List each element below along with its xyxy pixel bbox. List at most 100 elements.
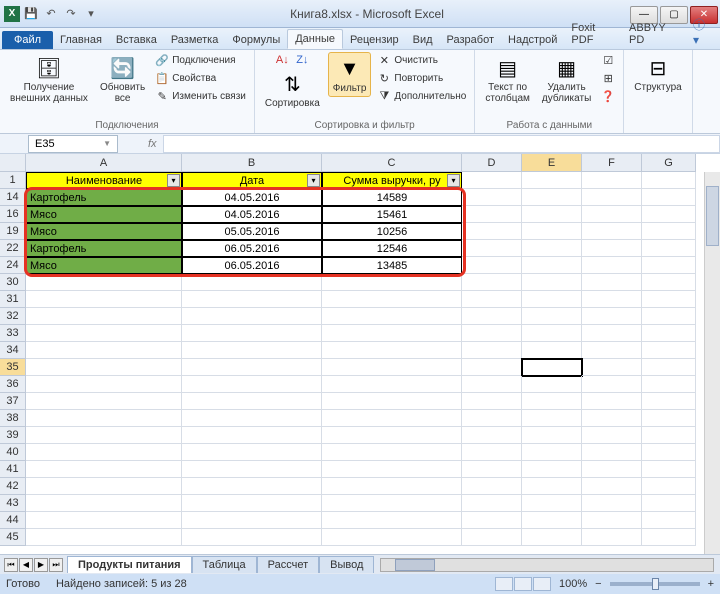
column-header-A[interactable]: A — [26, 154, 182, 172]
cell[interactable] — [642, 529, 696, 546]
cell[interactable] — [522, 410, 582, 427]
text-to-columns-button[interactable]: ▤ Текст по столбцам — [481, 52, 534, 106]
row-header[interactable]: 36 — [0, 376, 26, 393]
cell[interactable] — [462, 274, 522, 291]
help-icon[interactable]: ⓘ ▾ — [685, 14, 720, 49]
cell[interactable] — [642, 206, 696, 223]
cell[interactable] — [462, 393, 522, 410]
cell[interactable] — [322, 274, 462, 291]
cell[interactable] — [462, 495, 522, 512]
cell[interactable] — [462, 427, 522, 444]
fx-icon[interactable]: fx — [148, 138, 157, 150]
cell[interactable] — [322, 291, 462, 308]
cell[interactable] — [642, 410, 696, 427]
cell[interactable] — [522, 444, 582, 461]
cell[interactable] — [522, 240, 582, 257]
cell[interactable] — [26, 410, 182, 427]
row-header[interactable]: 19 — [0, 223, 26, 240]
row-header[interactable]: 42 — [0, 478, 26, 495]
cell[interactable] — [642, 308, 696, 325]
cell[interactable]: Дата▾ — [182, 172, 322, 189]
sheet-nav-first-icon[interactable]: ⏮ — [4, 558, 18, 572]
cell[interactable]: Сумма выручки, ру▾ — [322, 172, 462, 189]
cell[interactable] — [182, 342, 322, 359]
row-header[interactable]: 32 — [0, 308, 26, 325]
cell[interactable] — [582, 478, 642, 495]
cell[interactable] — [522, 325, 582, 342]
cell[interactable] — [582, 257, 642, 274]
sheet-nav-next-icon[interactable]: ▶ — [34, 558, 48, 572]
sheet-tab-2[interactable]: Рассчет — [257, 556, 320, 573]
cell[interactable] — [462, 325, 522, 342]
cell[interactable]: Наименование▾ — [26, 172, 182, 189]
cell[interactable] — [522, 478, 582, 495]
cell[interactable] — [582, 172, 642, 189]
cell[interactable] — [26, 478, 182, 495]
remove-duplicates-button[interactable]: ▦ Удалить дубликаты — [538, 52, 595, 106]
cell[interactable] — [462, 444, 522, 461]
consolidate-button[interactable]: ⊞ — [599, 70, 617, 86]
cell[interactable] — [642, 376, 696, 393]
scrollbar-thumb[interactable] — [706, 186, 719, 246]
hscroll-thumb[interactable] — [395, 559, 435, 571]
cell[interactable] — [182, 274, 322, 291]
cell[interactable] — [462, 359, 522, 376]
cell[interactable] — [642, 240, 696, 257]
cell[interactable] — [522, 461, 582, 478]
data-validation-button[interactable]: ☑ — [599, 52, 617, 68]
cell[interactable] — [642, 189, 696, 206]
zoom-thumb[interactable] — [652, 578, 659, 590]
cell[interactable] — [462, 308, 522, 325]
cell[interactable] — [182, 376, 322, 393]
sort-button[interactable]: ⇅ Сортировка — [261, 70, 324, 111]
cell[interactable] — [582, 461, 642, 478]
advanced-filter-button[interactable]: ⧩Дополнительно — [375, 88, 468, 104]
cell[interactable] — [522, 529, 582, 546]
cell[interactable] — [26, 325, 182, 342]
cell[interactable] — [522, 376, 582, 393]
cell[interactable] — [582, 512, 642, 529]
cell[interactable] — [642, 172, 696, 189]
cell[interactable] — [182, 410, 322, 427]
row-header[interactable]: 38 — [0, 410, 26, 427]
cell[interactable] — [322, 512, 462, 529]
save-icon[interactable]: 💾 — [22, 5, 40, 23]
cell[interactable] — [462, 223, 522, 240]
cell[interactable] — [322, 325, 462, 342]
cell[interactable]: 05.05.2016 — [182, 223, 322, 240]
cell[interactable] — [182, 427, 322, 444]
tab-layout[interactable]: Разметка — [164, 31, 226, 49]
cell[interactable] — [582, 308, 642, 325]
cell[interactable] — [322, 308, 462, 325]
cell[interactable] — [322, 529, 462, 546]
cell[interactable] — [582, 444, 642, 461]
cell[interactable] — [582, 393, 642, 410]
cell[interactable] — [522, 172, 582, 189]
cell[interactable] — [642, 257, 696, 274]
cell[interactable] — [642, 427, 696, 444]
cell[interactable] — [582, 359, 642, 376]
cell[interactable] — [582, 342, 642, 359]
sort-az-button[interactable]: A↓ — [273, 52, 291, 68]
cell[interactable] — [182, 529, 322, 546]
cell[interactable] — [322, 359, 462, 376]
row-header[interactable]: 14 — [0, 189, 26, 206]
cell[interactable] — [26, 529, 182, 546]
cell[interactable] — [462, 376, 522, 393]
view-pagebreak-button[interactable] — [533, 577, 551, 591]
cell[interactable]: 12546 — [322, 240, 462, 257]
cell[interactable]: Мясо — [26, 223, 182, 240]
cell[interactable] — [582, 376, 642, 393]
row-header[interactable]: 16 — [0, 206, 26, 223]
zoom-out-button[interactable]: − — [595, 578, 601, 590]
column-header-G[interactable]: G — [642, 154, 696, 172]
column-header-C[interactable]: C — [322, 154, 462, 172]
cell[interactable] — [642, 495, 696, 512]
cell[interactable] — [26, 274, 182, 291]
formula-input[interactable] — [163, 135, 720, 153]
connections-button[interactable]: 🔗Подключения — [153, 52, 248, 68]
row-header[interactable]: 41 — [0, 461, 26, 478]
cell[interactable] — [582, 410, 642, 427]
zoom-slider[interactable] — [610, 582, 700, 586]
whatif-button[interactable]: ❓ — [599, 88, 617, 104]
